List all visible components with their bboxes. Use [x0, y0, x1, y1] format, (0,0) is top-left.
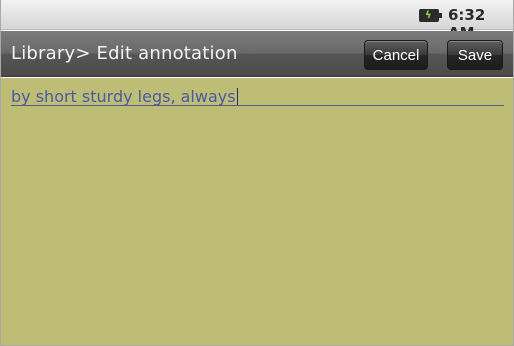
device-screen: ϟ 6:32 AM Library> Edit annotation Cance…: [0, 0, 514, 346]
cancel-button[interactable]: Cancel: [364, 40, 428, 70]
annotation-editor[interactable]: by short sturdy legs, always: [1, 78, 513, 345]
status-bar: ϟ 6:32 AM: [1, 0, 513, 42]
text-caret: [236, 88, 238, 106]
page-title: Library> Edit annotation: [11, 43, 238, 64]
annotation-text-field[interactable]: by short sturdy legs, always: [11, 87, 238, 106]
annotation-text: by short sturdy legs, always: [11, 87, 236, 106]
title-bar: Library> Edit annotation Cancel Save: [1, 31, 513, 77]
text-field-underline: [11, 105, 504, 106]
battery-charging-icon: ϟ: [419, 9, 442, 22]
save-button[interactable]: Save: [447, 40, 503, 70]
